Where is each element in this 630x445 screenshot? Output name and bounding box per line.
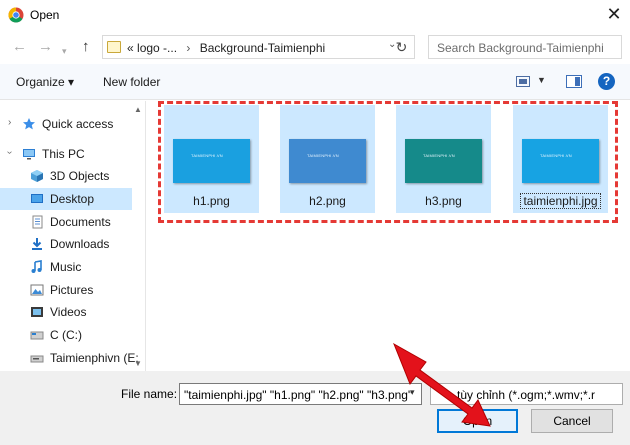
music-icon (31, 260, 42, 273)
sidebar-item-label: Desktop (50, 192, 95, 206)
sidebar-item-label: Documents (50, 215, 111, 229)
chevron-right-icon[interactable]: › (8, 117, 11, 128)
file-thumbnail: TAIMIENPHI.VN (289, 139, 366, 183)
organize-menu[interactable]: Organize ▾ (16, 75, 74, 89)
sidebar-item-label: Downloads (50, 237, 110, 251)
back-arrow-icon[interactable]: ← (12, 39, 27, 55)
file-item-taimienphi[interactable]: TAIMIENPHI.VN taimienphi.jpg (513, 105, 608, 213)
footer-panel: File name: "taimienphi.jpg" "h1.png" "h2… (0, 371, 630, 445)
drive-icon (30, 355, 44, 363)
sidebar-item-this-pc[interactable]: › This PC (0, 143, 132, 165)
sidebar-item-label: Pictures (50, 283, 94, 297)
file-name-value: "taimienphi.jpg" "h1.png" "h2.png" "h3.p… (184, 388, 413, 402)
file-item-h1[interactable]: TAIMIENPHI.VN h1.png (164, 105, 259, 213)
drive-icon (30, 331, 44, 340)
star-icon (23, 118, 35, 130)
view-options-icon[interactable] (516, 76, 530, 87)
scroll-down-icon[interactable]: ▼ (134, 359, 142, 368)
recent-locations-icon[interactable]: ▾ (62, 43, 67, 59)
up-arrow-icon[interactable]: ↑ (82, 39, 90, 55)
cancel-button[interactable]: Cancel (531, 409, 613, 433)
command-toolbar: Organize ▾ New folder ▼ ? (0, 64, 630, 100)
file-thumbnail: TAIMIENPHI.VN (173, 139, 250, 183)
view-dropdown-icon[interactable]: ▼ (537, 75, 546, 85)
breadcrumb-current[interactable]: Background-Taimienphi (200, 41, 325, 55)
file-thumbnail: TAIMIENPHI.VN (405, 139, 482, 183)
file-type-select[interactable]: tùy chỉnh (*.ogm;*.wmv;*.r (430, 383, 623, 405)
breadcrumb-logo[interactable]: logo -... (137, 41, 177, 55)
file-name: taimienphi.jpg (520, 193, 601, 209)
address-bar[interactable]: « logo -... › Background-Taimienphi ⌄ (102, 35, 415, 59)
sidebar-item-label: Music (50, 260, 82, 274)
window-title: Open (30, 8, 60, 22)
file-name: h3.png (425, 194, 462, 208)
cube-icon (31, 170, 43, 182)
file-name: h1.png (193, 194, 230, 208)
sidebar-item-desktop[interactable]: Desktop (0, 188, 132, 210)
breadcrumb: « logo -... › Background-Taimienphi (127, 41, 325, 55)
navigation-pane[interactable]: ▲ › Quick access › This PC 3D Objects De… (0, 101, 146, 371)
downloads-icon (32, 238, 42, 250)
new-folder-button[interactable]: New folder (103, 75, 160, 89)
title-bar: Open ✕ (0, 0, 630, 30)
search-placeholder: Search Background-Taimienphi (437, 41, 604, 55)
sidebar-item-downloads[interactable]: Downloads (0, 233, 132, 255)
desktop-icon (31, 194, 43, 203)
scroll-up-icon[interactable]: ▲ (134, 105, 142, 114)
sidebar-item-videos[interactable]: Videos (0, 301, 132, 323)
sidebar-item-c-drive[interactable]: C (C:) (0, 324, 132, 346)
chrome-icon (8, 7, 24, 23)
file-list[interactable]: TAIMIENPHI.VN h1.png TAIMIENPHI.VN h2.pn… (147, 101, 630, 371)
sidebar-item-e-drive[interactable]: Taimienphivn (E: (0, 347, 139, 369)
sidebar-item-documents[interactable]: Documents (0, 211, 132, 233)
sidebar-item-3d-objects[interactable]: 3D Objects (0, 165, 132, 187)
sidebar-item-pictures[interactable]: Pictures (0, 279, 132, 301)
thumbnail-text: TAIMIENPHI.VN (307, 153, 339, 158)
file-name-label: File name: (121, 387, 178, 401)
chevron-down-icon[interactable]: ▾ (410, 387, 415, 398)
pictures-icon (30, 284, 44, 296)
search-input[interactable]: Search Background-Taimienphi (428, 35, 622, 59)
thumbnail-text: TAIMIENPHI.VN (191, 153, 223, 158)
sidebar-item-label: Quick access (42, 117, 114, 131)
folder-icon (107, 41, 121, 53)
help-icon[interactable]: ? (598, 73, 615, 90)
sidebar-item-quick-access[interactable]: › Quick access (0, 113, 132, 135)
sidebar-item-label: Taimienphivn (E: (50, 351, 139, 365)
open-button[interactable]: Open (437, 409, 518, 433)
file-name-input[interactable]: "taimienphi.jpg" "h1.png" "h2.png" "h3.p… (179, 383, 422, 405)
thumbnail-text: TAIMIENPHI.VN (423, 153, 455, 158)
sidebar-item-label: Videos (50, 305, 87, 319)
sidebar-item-label: 3D Objects (50, 169, 110, 183)
chevron-down-icon[interactable]: › (4, 151, 15, 154)
navigation-bar: ← → ▾ ↑ « logo -... › Background-Taimien… (0, 30, 630, 64)
file-name: h2.png (309, 194, 346, 208)
computer-icon (23, 149, 35, 160)
documents-icon (32, 215, 43, 229)
preview-pane-icon[interactable] (566, 75, 582, 88)
sidebar-item-label: This PC (42, 147, 85, 161)
sidebar-item-music[interactable]: Music (0, 256, 132, 278)
refresh-button[interactable]: ↻ (389, 35, 415, 59)
sidebar-item-label: C (C:) (50, 328, 82, 342)
file-item-h3[interactable]: TAIMIENPHI.VN h3.png (396, 105, 491, 213)
file-item-h2[interactable]: TAIMIENPHI.VN h2.png (280, 105, 375, 213)
file-thumbnail: TAIMIENPHI.VN (522, 139, 599, 183)
videos-icon (31, 307, 43, 317)
close-button[interactable]: ✕ (600, 2, 628, 26)
breadcrumb-separator-icon: › (186, 41, 191, 55)
breadcrumb-overflow[interactable]: « (127, 41, 134, 55)
file-type-value: tùy chỉnh (*.ogm;*.wmv;*.r (457, 388, 596, 402)
forward-arrow-icon[interactable]: → (38, 39, 53, 55)
thumbnail-text: TAIMIENPHI.VN (540, 153, 572, 158)
